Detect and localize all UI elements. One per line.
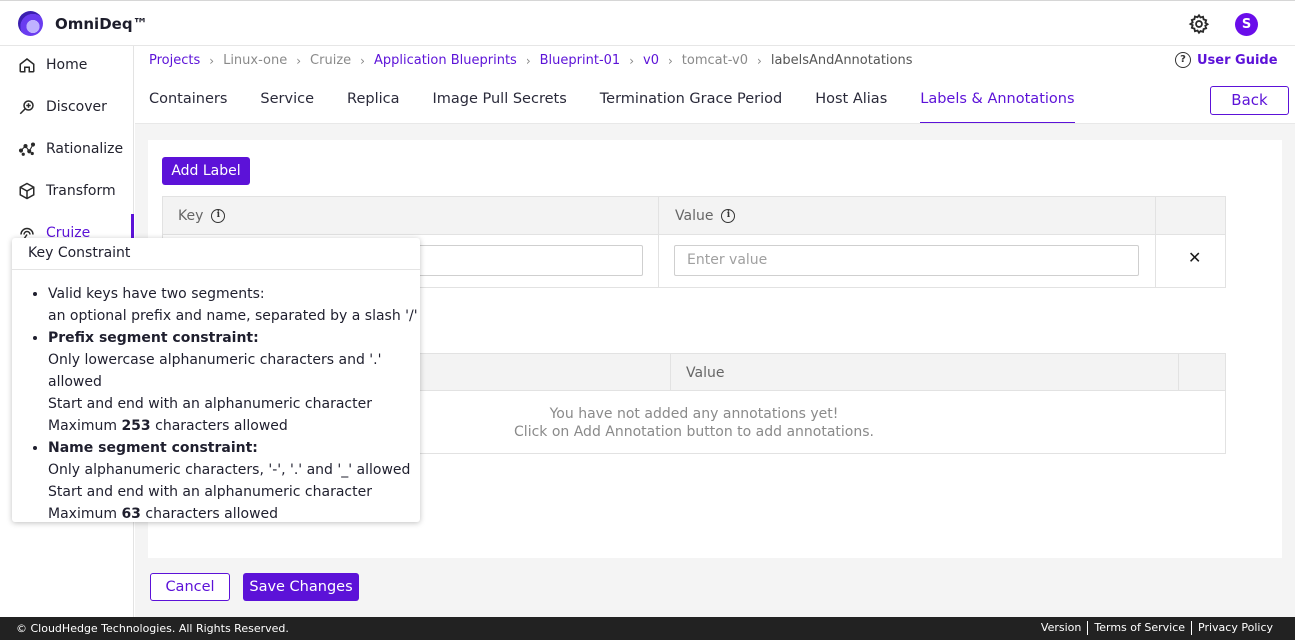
value-input[interactable]: Enter value: [674, 245, 1139, 276]
value-header-label: Value: [675, 208, 714, 224]
constraint-heading: Name segment constraint:: [48, 440, 258, 456]
sidebar-item-transform[interactable]: Transform: [0, 172, 134, 210]
constraint-number: 63: [121, 506, 141, 522]
column-divider: [658, 197, 659, 287]
tab-termination-grace-period[interactable]: Termination Grace Period: [600, 84, 782, 124]
constraint-text: Start and end with an alphanumeric chara…: [48, 484, 372, 500]
user-guide-label: User Guide: [1197, 52, 1278, 68]
back-button[interactable]: Back: [1210, 86, 1289, 115]
breadcrumb-blueprint[interactable]: Blueprint-01: [540, 53, 621, 68]
sidebar-item-label: Rationalize: [46, 141, 124, 157]
constraint-item: Name segment constraint: Only alphanumer…: [48, 437, 418, 525]
tab-replica[interactable]: Replica: [347, 84, 399, 124]
breadcrumb-linux-one: Linux-one: [223, 53, 288, 68]
constraint-text: Valid keys have two segments:: [48, 286, 265, 302]
delete-label-close-icon[interactable]: ✕: [1188, 248, 1201, 267]
footer-link-version[interactable]: Version: [1035, 621, 1087, 635]
copyright-text: © CloudHedge Technologies. All Rights Re…: [16, 622, 289, 635]
value-column-header: Value i: [675, 208, 736, 224]
constraint-text: characters allowed: [140, 506, 279, 522]
constraint-heading: Prefix segment constraint:: [48, 330, 259, 346]
footer-link-terms[interactable]: Terms of Service: [1087, 621, 1191, 635]
constraint-number: 253: [121, 418, 151, 434]
sidebar-item-label: Discover: [46, 99, 107, 115]
brand-name: OmniDeq™: [55, 15, 148, 33]
breadcrumb-version[interactable]: v0: [643, 53, 659, 68]
add-label-button[interactable]: Add Label: [162, 157, 250, 185]
save-changes-button[interactable]: Save Changes: [243, 573, 359, 601]
top-bar: OmniDeq™ S: [0, 0, 1295, 46]
breadcrumb-projects[interactable]: Projects: [149, 53, 200, 68]
sidebar-item-label: Home: [46, 57, 88, 73]
footer: © CloudHedge Technologies. All Rights Re…: [0, 617, 1295, 640]
rationalize-icon: [18, 140, 36, 158]
key-info-icon[interactable]: i: [211, 209, 226, 223]
constraint-text: Only alphanumeric characters, '-', '.' a…: [48, 462, 411, 478]
breadcrumb-separator-icon: ›: [296, 53, 302, 68]
value-info-icon[interactable]: i: [721, 209, 736, 223]
column-divider: [670, 354, 671, 391]
breadcrumb-cruize: Cruize: [310, 53, 352, 68]
key-constraint-tooltip: Key Constraint Valid keys have two segme…: [12, 238, 420, 522]
column-divider: [1155, 197, 1156, 287]
constraint-text: an optional prefix and name, separated b…: [48, 308, 418, 324]
constraint-text: Maximum: [48, 506, 122, 522]
tab-labels-annotations[interactable]: Labels & Annotations: [920, 84, 1075, 124]
help-question-icon: ?: [1175, 52, 1191, 68]
tab-bar: Containers Service Replica Image Pull Se…: [149, 84, 1108, 124]
breadcrumb-separator-icon: ›: [209, 53, 215, 68]
sidebar-item-discover[interactable]: Discover: [0, 88, 134, 126]
footer-link-privacy[interactable]: Privacy Policy: [1191, 621, 1279, 635]
tab-service[interactable]: Service: [260, 84, 314, 124]
breadcrumb-separator-icon: ›: [360, 53, 365, 68]
omnideq-logo-icon[interactable]: [18, 11, 43, 36]
breadcrumb-separator-icon: ›: [525, 53, 531, 68]
key-column-header: Key i: [178, 208, 226, 224]
annotation-value-column-header: Value: [686, 365, 725, 381]
sidebar-item-label: Transform: [46, 183, 116, 199]
footer-links: Version Terms of Service Privacy Policy: [1035, 621, 1279, 635]
constraint-text: characters allowed: [150, 418, 288, 434]
transform-icon: [18, 182, 36, 200]
tooltip-title: Key Constraint: [12, 238, 420, 270]
tab-host-alias[interactable]: Host Alias: [815, 84, 887, 124]
breadcrumb-current-page: labelsAndAnnotations: [770, 53, 913, 68]
column-divider: [1178, 354, 1179, 391]
breadcrumb-separator-icon: ›: [629, 53, 634, 68]
tab-containers[interactable]: Containers: [149, 84, 227, 124]
breadcrumb-container: tomcat-v0: [681, 53, 749, 68]
home-icon: [18, 56, 36, 74]
discover-icon: [18, 98, 36, 116]
constraint-item: Valid keys have two segments: an optiona…: [48, 283, 418, 327]
user-guide-link[interactable]: ? User Guide: [1175, 52, 1278, 68]
key-header-label: Key: [178, 208, 204, 224]
cancel-button[interactable]: Cancel: [150, 573, 230, 601]
breadcrumb: Projects › Linux-one › Cruize › Applicat…: [149, 53, 913, 68]
constraint-text: Maximum: [48, 418, 122, 434]
sidebar-item-rationalize[interactable]: Rationalize: [0, 130, 134, 168]
user-avatar[interactable]: S: [1235, 13, 1258, 36]
breadcrumb-separator-icon: ›: [757, 53, 762, 68]
constraint-text: Start and end with an alphanumeric chara…: [48, 396, 372, 412]
sidebar-item-home[interactable]: Home: [0, 46, 134, 84]
constraint-item: Prefix segment constraint: Only lowercas…: [48, 327, 418, 437]
constraint-list: Valid keys have two segments: an optiona…: [48, 283, 418, 525]
tab-image-pull-secrets[interactable]: Image Pull Secrets: [432, 84, 566, 124]
settings-gear-icon[interactable]: [1188, 13, 1210, 35]
constraint-text: Only lowercase alphanumeric characters a…: [48, 352, 382, 390]
breadcrumb-application-blueprints[interactable]: Application Blueprints: [374, 53, 517, 68]
breadcrumb-separator-icon: ›: [667, 53, 673, 68]
